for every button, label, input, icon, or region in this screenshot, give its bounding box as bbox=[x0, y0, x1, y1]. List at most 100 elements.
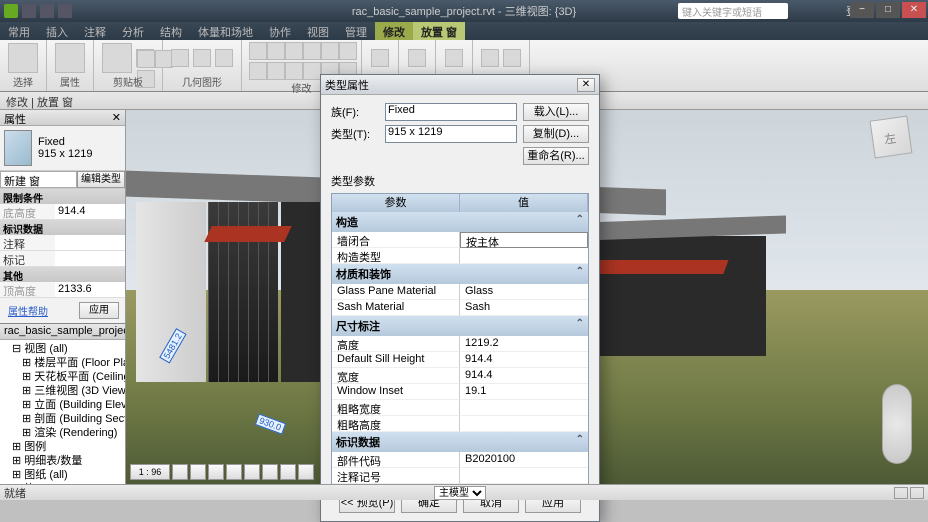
trim-icon[interactable] bbox=[303, 42, 321, 60]
rwidth-value[interactable] bbox=[460, 400, 588, 416]
tab-analyze[interactable]: 分析 bbox=[114, 22, 152, 40]
width-value[interactable]: 914.4 bbox=[460, 368, 588, 384]
family-select[interactable]: Fixed bbox=[385, 103, 517, 121]
height-value[interactable]: 1219.2 bbox=[460, 336, 588, 352]
tree-node[interactable]: ⊞ 剖面 (Building Section) bbox=[2, 412, 123, 426]
nav-wheel[interactable] bbox=[882, 384, 912, 464]
collapse-icon[interactable]: ⌃ bbox=[576, 266, 584, 282]
geo-cut-icon[interactable] bbox=[171, 49, 189, 67]
array-icon[interactable] bbox=[339, 42, 357, 60]
family-name[interactable]: Fixed bbox=[38, 136, 92, 148]
tree-node[interactable]: ⊞ 立面 (Building Elevation) bbox=[2, 398, 123, 412]
tree-node[interactable]: ⊞ 楼层平面 (Floor Plan) bbox=[2, 356, 123, 370]
split-icon[interactable] bbox=[285, 62, 303, 80]
headheight-value[interactable]: 2133.6 bbox=[55, 282, 125, 297]
props-apply-button[interactable]: 应用 bbox=[79, 302, 119, 319]
tree-node[interactable]: ⊞ 三维视图 (3D View) bbox=[2, 384, 123, 398]
tree-node[interactable]: ⊞ 渲染 (Rendering) bbox=[2, 426, 123, 440]
detail-icon[interactable] bbox=[172, 464, 188, 480]
move-icon[interactable] bbox=[249, 42, 267, 60]
type-name[interactable]: 915 x 1219 bbox=[38, 148, 92, 160]
mark-value[interactable] bbox=[55, 251, 125, 266]
tree-node[interactable]: ⊞ 图例 bbox=[2, 440, 123, 454]
status-icon[interactable] bbox=[910, 487, 924, 499]
glassmat-value[interactable]: Glass bbox=[460, 284, 588, 300]
rename-button[interactable]: 重命名(R)... bbox=[523, 147, 589, 165]
collapse-icon[interactable]: ⌃ bbox=[576, 318, 584, 334]
sun-icon[interactable] bbox=[208, 464, 224, 480]
rotate-icon[interactable] bbox=[285, 42, 303, 60]
select-icon[interactable] bbox=[8, 43, 38, 73]
qat-undo-icon[interactable] bbox=[40, 4, 54, 18]
cat-iddata2[interactable]: 标识数据 bbox=[336, 434, 380, 450]
paste-icon[interactable] bbox=[102, 43, 132, 73]
dialog-close-button[interactable]: ✕ bbox=[577, 78, 595, 92]
cat-materials[interactable]: 材质和装饰 bbox=[336, 266, 391, 282]
edit-type-button[interactable]: 编辑类型 bbox=[77, 171, 125, 188]
view-cube[interactable] bbox=[870, 116, 913, 159]
geo-join-icon[interactable] bbox=[193, 49, 211, 67]
help-search-input[interactable]: 键入关键字或短语 bbox=[678, 3, 788, 19]
cat-dims[interactable]: 尺寸标注 bbox=[336, 318, 380, 334]
crop2-icon[interactable] bbox=[262, 464, 278, 480]
wallwrap-value[interactable]: 按主体 bbox=[460, 232, 588, 248]
create-icon[interactable] bbox=[445, 49, 463, 67]
filter-icon[interactable] bbox=[894, 487, 908, 499]
keynote-value[interactable] bbox=[460, 468, 588, 484]
props-close-icon[interactable]: ✕ bbox=[112, 111, 121, 124]
visual-icon[interactable] bbox=[190, 464, 206, 480]
selector-combo[interactable]: 新建 窗 bbox=[0, 171, 77, 188]
measure-icon[interactable] bbox=[408, 49, 426, 67]
tree-node[interactable]: ⊟ 视图 (all) bbox=[2, 342, 123, 356]
load-button[interactable]: 载入(L)... bbox=[523, 103, 589, 121]
tab-view[interactable]: 视图 bbox=[299, 22, 337, 40]
sashmat-value[interactable]: Sash bbox=[460, 300, 588, 316]
workset-select[interactable]: 主模型 bbox=[434, 486, 486, 500]
close-button[interactable]: ✕ bbox=[902, 2, 926, 18]
properties-icon[interactable] bbox=[55, 43, 85, 73]
collapse-icon[interactable]: ⌃ bbox=[576, 434, 584, 450]
qat-save-icon[interactable] bbox=[22, 4, 36, 18]
lock-icon[interactable] bbox=[280, 464, 296, 480]
type-select[interactable]: 915 x 1219 bbox=[385, 125, 517, 143]
inplace-icon[interactable] bbox=[503, 49, 521, 67]
tree-node[interactable]: ⊞ 图纸 (all) bbox=[2, 468, 123, 482]
rheight-value[interactable] bbox=[460, 416, 588, 432]
cat-other[interactable]: 其他 bbox=[0, 267, 125, 282]
comment-value[interactable] bbox=[55, 235, 125, 250]
scale-button[interactable]: 1 : 96 bbox=[130, 464, 170, 480]
props-help-link[interactable]: 属性帮助 bbox=[4, 301, 52, 320]
tab-structure[interactable]: 结构 bbox=[152, 22, 190, 40]
consttype-value[interactable] bbox=[460, 248, 588, 264]
view-icon[interactable] bbox=[371, 49, 389, 67]
cut-icon[interactable] bbox=[137, 50, 155, 68]
tab-modify[interactable]: 修改 bbox=[375, 22, 413, 40]
align-icon[interactable] bbox=[249, 62, 267, 80]
crop-icon[interactable] bbox=[244, 464, 260, 480]
copy2-icon[interactable] bbox=[267, 42, 285, 60]
offset-icon[interactable] bbox=[267, 62, 285, 80]
mirror-icon[interactable] bbox=[321, 42, 339, 60]
app-menu-icon[interactable] bbox=[4, 4, 18, 18]
tab-home[interactable]: 常用 bbox=[0, 22, 38, 40]
tab-massing[interactable]: 体量和场地 bbox=[190, 22, 261, 40]
tree-node[interactable]: ⊞ 明细表/数量 bbox=[2, 454, 123, 468]
duplicate-button[interactable]: 复制(D)... bbox=[523, 125, 589, 143]
inset-value[interactable]: 19.1 bbox=[460, 384, 588, 400]
shadow-icon[interactable] bbox=[226, 464, 242, 480]
load-icon[interactable] bbox=[481, 49, 499, 67]
tree-node[interactable]: ⊞ 天花板平面 (Ceiling Plan) bbox=[2, 370, 123, 384]
cat-iddata[interactable]: 标识数据 bbox=[0, 220, 125, 235]
assy-value[interactable]: B2020100 bbox=[460, 452, 588, 468]
tab-manage[interactable]: 管理 bbox=[337, 22, 375, 40]
sillheight-value[interactable]: 914.4 bbox=[55, 204, 125, 219]
cat-constraints[interactable]: 限制条件 bbox=[0, 189, 125, 204]
hide-icon[interactable] bbox=[298, 464, 314, 480]
tab-collab[interactable]: 协作 bbox=[261, 22, 299, 40]
tab-annotate[interactable]: 注释 bbox=[76, 22, 114, 40]
tab-placewindow[interactable]: 放置 窗 bbox=[413, 22, 465, 40]
maximize-button[interactable]: □ bbox=[876, 2, 900, 18]
qat-redo-icon[interactable] bbox=[58, 4, 72, 18]
minimize-button[interactable]: − bbox=[850, 2, 874, 18]
sill-value[interactable]: 914.4 bbox=[460, 352, 588, 368]
